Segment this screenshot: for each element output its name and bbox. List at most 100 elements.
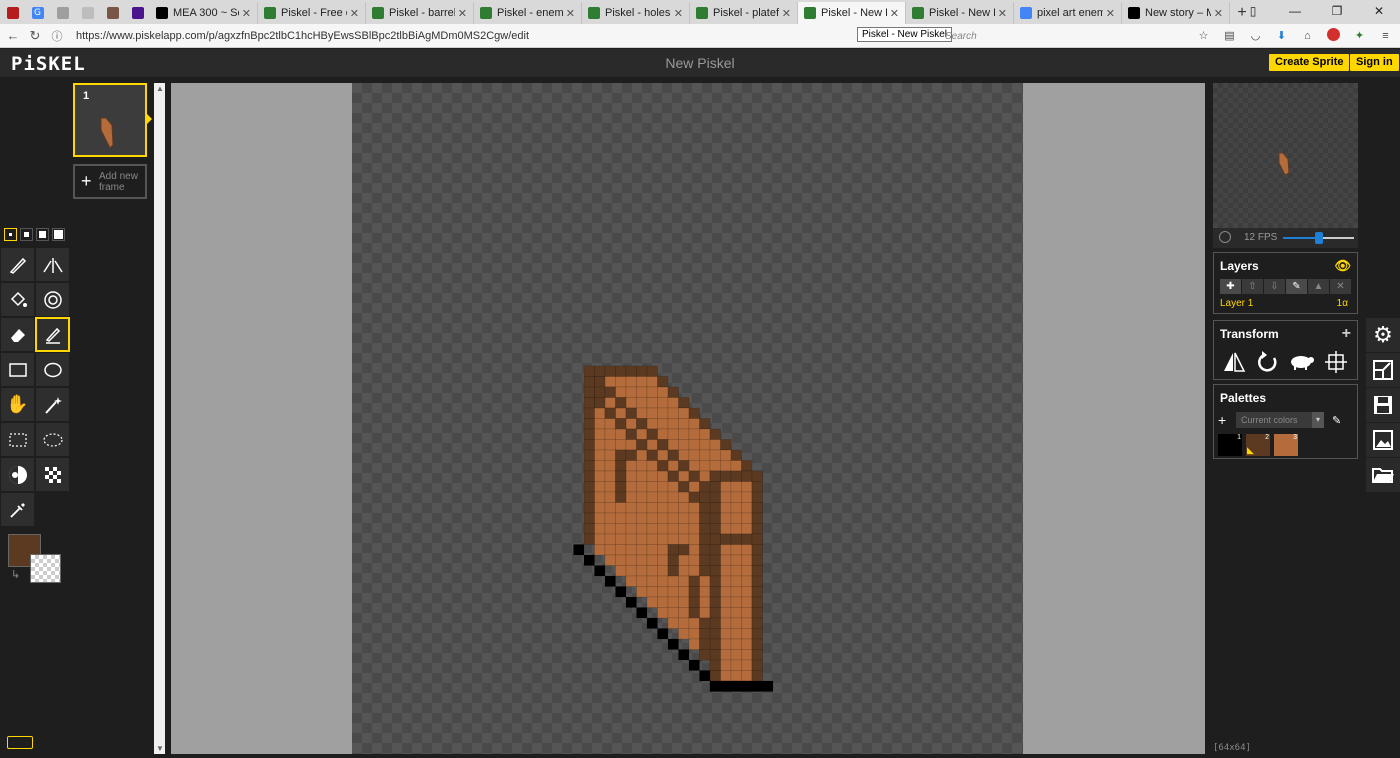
palette-swatch[interactable]: 2 ◣ [1246,434,1270,456]
create-sprite-button[interactable]: Create Sprite [1269,54,1350,71]
move-tool[interactable]: ✋ [0,387,35,422]
home-icon[interactable]: ⌂ [1299,28,1316,44]
pinned-tab[interactable] [100,2,125,24]
pen-tool[interactable] [0,247,35,282]
fps-slider-handle[interactable] [1314,232,1323,244]
rotate-button[interactable] [1251,347,1285,377]
layer-item[interactable]: Layer 1 1α [1220,296,1351,312]
browser-tab[interactable]: Piskel - enemy ✕ [474,2,582,24]
add-palette-icon[interactable]: + [1218,412,1232,428]
reload-icon[interactable]: ↻ [26,28,44,44]
piskel-title[interactable]: New Piskel [600,55,800,71]
profile-icon[interactable]: ▯ [1232,0,1274,24]
pen-size-2[interactable] [20,228,33,241]
delete-layer-button[interactable]: ✕ [1330,279,1351,294]
resize-button[interactable] [1366,353,1400,387]
shape-selection-tool[interactable] [35,387,70,422]
dithering-tool[interactable] [35,457,70,492]
plus-icon[interactable]: + [1342,321,1351,347]
clone-button[interactable] [1285,347,1319,377]
pen-size-1[interactable] [4,228,17,241]
bookmark-star-icon[interactable]: ☆ [1195,28,1212,44]
layer-opacity[interactable]: 1α [1337,296,1348,312]
close-tab-icon[interactable]: ✕ [890,7,899,20]
minimize-icon[interactable]: — [1274,0,1316,24]
lighten-tool[interactable] [0,457,35,492]
palette-swatch[interactable]: 3 [1274,434,1298,456]
move-layer-up-button[interactable]: ⇧ [1242,279,1263,294]
export-button[interactable] [1366,423,1400,457]
drawing-canvas[interactable] [352,83,1023,754]
pinned-tab[interactable] [75,2,100,24]
browser-tab[interactable]: Piskel - New Pis✕ [798,2,906,24]
menu-icon[interactable]: ≡ [1377,28,1394,44]
back-icon[interactable]: ← [4,28,22,43]
close-tab-icon[interactable]: ✕ [998,7,1007,20]
settings-button[interactable]: ⚙ [1366,317,1400,352]
adblock-icon[interactable] [1325,28,1342,44]
import-button[interactable] [1366,458,1400,492]
info-icon[interactable]: ⓘ [48,28,66,44]
edit-palette-icon[interactable]: ✎ [1332,414,1341,427]
close-tab-icon[interactable]: ✕ [782,7,791,20]
color-picker-tool[interactable] [0,492,35,527]
pen-size-4[interactable] [52,228,65,241]
frames-scrollbar[interactable]: ▲ ▼ [154,83,165,754]
align-button[interactable] [1319,347,1353,377]
swap-colors-icon[interactable]: ↳ [11,568,20,581]
paint-bucket-tool[interactable] [0,282,35,317]
lasso-selection-tool[interactable] [35,422,70,457]
pocket-icon[interactable]: ◡ [1247,28,1264,44]
scroll-up-icon[interactable]: ▲ [156,84,164,93]
extension-icon[interactable]: ✦ [1351,28,1368,44]
reader-icon[interactable]: ▤ [1221,28,1238,44]
save-button[interactable] [1366,388,1400,422]
close-tab-icon[interactable]: ✕ [566,7,575,20]
browser-tab[interactable]: Piskel - barrel ✕ [366,2,474,24]
pinned-tab[interactable]: G [25,2,50,24]
scroll-down-icon[interactable]: ▼ [156,744,164,753]
eraser-tool[interactable] [0,317,35,352]
close-tab-icon[interactable]: ✕ [1214,7,1223,20]
browser-tab[interactable]: pixel art enemy✕ [1014,2,1122,24]
close-tab-icon[interactable]: ✕ [1106,7,1115,20]
add-layer-button[interactable]: ✚ [1220,279,1241,294]
palette-select[interactable]: Current colors ▾ [1236,412,1324,428]
stroke-tool[interactable] [35,317,70,352]
close-tab-icon[interactable]: ✕ [674,7,683,20]
browser-tab[interactable]: MEA 300 ~ Sche✕ [150,2,258,24]
add-frame-button[interactable]: + Add new frame [73,164,147,199]
move-layer-down-button[interactable]: ⇩ [1264,279,1285,294]
browser-tab[interactable]: Piskel - New Pis✕ [906,2,1014,24]
rectangle-selection-tool[interactable] [0,422,35,457]
same-color-bucket-tool[interactable] [35,282,70,317]
pinned-tab[interactable] [50,2,75,24]
close-tab-icon[interactable]: ✕ [350,7,359,20]
pinned-tab[interactable] [0,2,25,24]
download-icon[interactable]: ⬇ [1273,28,1290,44]
sign-in-button[interactable]: Sign in [1350,54,1399,71]
browser-tab[interactable]: Piskel - Free onli✕ [258,2,366,24]
fps-slider[interactable] [1283,232,1354,244]
mirror-pen-tool[interactable] [35,247,70,282]
search-field[interactable]: Search [945,31,977,42]
palette-swatch[interactable]: 1 [1218,434,1242,456]
flip-button[interactable] [1217,347,1251,377]
frame-thumbnail[interactable]: 1 [73,83,147,157]
pen-size-3[interactable] [36,228,49,241]
keyboard-shortcuts-icon[interactable] [7,736,33,749]
close-tab-icon[interactable]: ✕ [242,7,251,20]
merge-layer-button[interactable]: ▲ [1308,279,1329,294]
secondary-color-swatch[interactable] [30,554,61,583]
close-window-icon[interactable]: ✕ [1358,0,1400,24]
edit-layer-button[interactable]: ✎ [1286,279,1307,294]
onion-skin-icon[interactable] [1219,231,1231,243]
close-tab-icon[interactable]: ✕ [458,7,467,20]
pinned-tab[interactable] [125,2,150,24]
browser-tab[interactable]: Piskel - platefor✕ [690,2,798,24]
browser-tab[interactable]: New story – Me✕ [1122,2,1230,24]
rectangle-tool[interactable] [0,352,35,387]
eye-icon[interactable]: 👁 [1334,253,1351,279]
piskel-logo[interactable]: PiSKEL [11,53,86,75]
restore-icon[interactable]: ❐ [1316,0,1358,24]
